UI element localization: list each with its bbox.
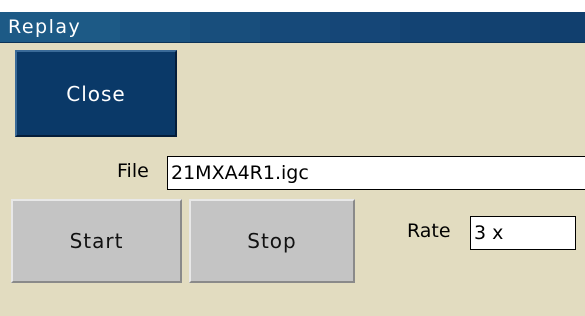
start-button[interactable]: Start — [11, 199, 182, 283]
replay-dialog: Replay Close File Start Stop Rate — [0, 12, 585, 316]
close-button[interactable]: Close — [15, 50, 177, 137]
dialog-title: Replay — [8, 16, 82, 38]
rate-field[interactable] — [470, 216, 576, 250]
close-button-label: Close — [66, 81, 126, 106]
start-button-label: Start — [69, 229, 124, 253]
file-label: File — [117, 160, 149, 182]
stop-button[interactable]: Stop — [189, 199, 355, 283]
file-field[interactable] — [167, 156, 585, 190]
stop-button-label: Stop — [247, 229, 297, 253]
rate-label: Rate — [407, 220, 451, 242]
title-bar: Replay — [0, 12, 585, 43]
